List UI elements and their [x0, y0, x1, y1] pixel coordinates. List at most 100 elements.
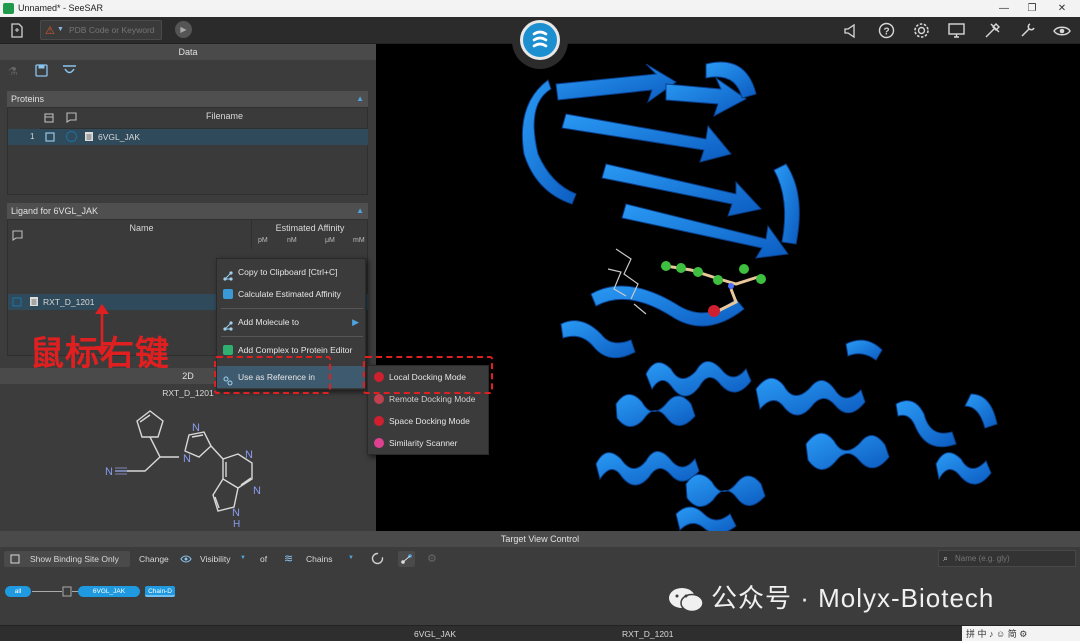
- proteins-section-title: Proteins: [11, 94, 45, 104]
- document-icon: [84, 131, 94, 144]
- minimize-icon[interactable]: —: [990, 1, 1018, 16]
- display-toggle-icon[interactable]: [44, 113, 54, 125]
- residue-name-search[interactable]: ⌕: [938, 550, 1076, 567]
- highlight-local-docking: [363, 356, 493, 394]
- row-index: 1: [30, 132, 35, 141]
- protein-ribbon-render: [521, 61, 998, 531]
- chains-label: Chains: [306, 554, 333, 564]
- seesar-logo-icon: [520, 20, 560, 60]
- visibility-label: Visibility: [200, 554, 231, 564]
- restore-icon[interactable]: ❐: [1018, 1, 1046, 16]
- ligand-3d: [607, 248, 647, 315]
- refresh-icon[interactable]: [371, 552, 384, 567]
- menu-label: Remote Docking Mode: [389, 394, 476, 404]
- svg-text:?: ?: [883, 26, 889, 37]
- proteins-table-header: Filename: [40, 108, 368, 129]
- collapse-icon[interactable]: ▲: [356, 91, 364, 107]
- menu-add-molecule-to[interactable]: Add Molecule to ▶: [217, 311, 365, 333]
- comment-icon[interactable]: [12, 230, 23, 243]
- app-logo-icon: [3, 3, 14, 14]
- chip-chain-d[interactable]: Chain-D: [145, 586, 175, 597]
- wechat-logo-icon: [667, 586, 705, 614]
- protein-node-icon: [62, 586, 72, 599]
- menu-divider: [221, 308, 363, 309]
- chevron-down-icon: ▼: [348, 555, 354, 561]
- pdb-search-input[interactable]: [69, 23, 161, 37]
- visibility-checkbox[interactable]: [12, 297, 22, 309]
- chain-icon: ≋: [284, 553, 294, 565]
- protein-row[interactable]: 1 6VGL_JAK: [8, 129, 368, 145]
- watermark-text: 公众号 · Molyx-Biotech: [711, 583, 995, 613]
- data-panel-toolbar: ⚗: [0, 60, 376, 84]
- molecule-2d-structure: N N N N N N H: [105, 410, 261, 529]
- filter-icon[interactable]: [62, 64, 77, 79]
- menu-label: Similarity Scanner: [389, 438, 458, 448]
- atom-n: N: [105, 466, 113, 478]
- menu-space-docking[interactable]: Space Docking Mode: [368, 410, 488, 432]
- protein-filename: 6VGL_JAK: [98, 132, 141, 142]
- name-column-header[interactable]: Name: [32, 220, 252, 249]
- unit-mm: mM: [353, 237, 365, 244]
- go-button[interactable]: ▶: [175, 21, 192, 38]
- visibility-checkbox[interactable]: [45, 132, 55, 144]
- search-icon: ⌕: [943, 553, 949, 563]
- status-protein: 6VGL_JAK: [414, 629, 457, 639]
- show-binding-site-toggle[interactable]: Show Binding Site Only: [4, 551, 130, 567]
- atom-n: N: [183, 453, 191, 465]
- share-nodes-icon: [223, 317, 233, 331]
- new-file-icon[interactable]: [6, 17, 28, 47]
- close-icon[interactable]: ✕: [1048, 1, 1076, 16]
- filename-column-header[interactable]: Filename: [206, 111, 243, 121]
- menu-calculate-affinity[interactable]: Calculate Estimated Affinity: [217, 283, 365, 305]
- affinity-column-header[interactable]: Estimated Affinity: [252, 220, 368, 233]
- save-icon[interactable]: [35, 64, 48, 79]
- ligand-section-title: Ligand for 6VGL_JAK: [11, 206, 99, 216]
- chip-protein[interactable]: 6VGL_JAK: [78, 586, 140, 597]
- window-title: Unnamed* - SeeSAR: [18, 3, 104, 13]
- collapse-icon[interactable]: ▲: [356, 203, 364, 219]
- checkbox-icon: [10, 554, 20, 566]
- menu-label: Calculate Estimated Affinity: [238, 289, 341, 299]
- comment-icon[interactable]: [66, 112, 77, 125]
- ligand-name: RXT_D_1201: [43, 297, 95, 307]
- protein-editor-icon: [223, 345, 233, 355]
- menu-copy-to-clipboard[interactable]: Copy to Clipboard [Ctrl+C]: [217, 261, 365, 283]
- space-docking-icon: [374, 416, 384, 426]
- document-icon: [29, 296, 39, 309]
- proteins-table: Filename 1 6VGL_JAK: [7, 107, 368, 195]
- gear-search-icon[interactable]: ⚙: [427, 552, 437, 565]
- status-ligand: RXT_D_1201: [622, 629, 674, 639]
- menu-label: Add Complex to Protein Editor: [238, 345, 353, 355]
- wechat-watermark: 公众号 · Molyx-Biotech: [667, 578, 994, 615]
- residue-name-input[interactable]: [955, 552, 1073, 565]
- menu-label: Space Docking Mode: [389, 416, 470, 426]
- eye-settings-icon[interactable]: [1051, 17, 1073, 47]
- protein-3d-view[interactable]: [376, 44, 1080, 531]
- proteins-section-header[interactable]: Proteins ▲: [7, 91, 368, 107]
- connect-icon[interactable]: [398, 551, 415, 567]
- warning-icon[interactable]: ⚠: [45, 24, 55, 37]
- menu-similarity-scanner[interactable]: Similarity Scanner: [368, 432, 488, 454]
- chevron-down-icon[interactable]: ▼: [57, 26, 64, 33]
- chevron-down-icon: ▼: [240, 555, 246, 561]
- import-icon[interactable]: ⚗: [8, 65, 18, 78]
- visibility-dropdown[interactable]: Visibility ▼: [176, 551, 250, 567]
- data-panel-header: Data: [0, 44, 376, 60]
- change-label: Change: [139, 554, 169, 564]
- pdb-search-box[interactable]: ⚠ ▼: [40, 20, 162, 40]
- menu-label: Add Molecule to: [238, 317, 299, 327]
- share-nodes-icon: [223, 267, 233, 281]
- unit-nm: nM: [287, 237, 297, 244]
- chip-all[interactable]: all: [5, 586, 31, 597]
- remote-docking-icon: [374, 394, 384, 404]
- highlight-use-as-reference: [214, 356, 331, 394]
- atom-n: N: [245, 449, 253, 461]
- taskbar-ime[interactable]: 拼 中 ♪ ☺ 简 ⚙: [962, 626, 1080, 641]
- menu-divider: [221, 336, 363, 337]
- show-binding-site-label: Show Binding Site Only: [30, 554, 119, 564]
- ligand-section-header[interactable]: Ligand for 6VGL_JAK ▲: [7, 203, 368, 219]
- tree-connector: [32, 591, 62, 592]
- status-circle-icon: [66, 131, 77, 142]
- chains-dropdown[interactable]: ≋ Chains ▼: [280, 551, 360, 567]
- target-view-control-header: Target View Control: [0, 531, 1080, 547]
